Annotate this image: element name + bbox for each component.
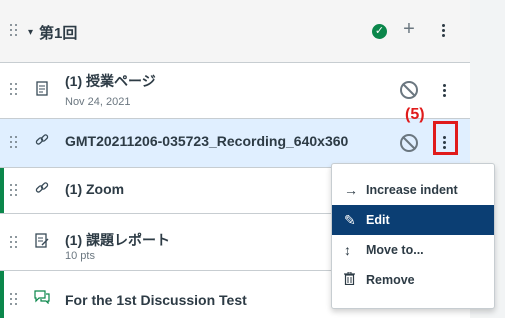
item-title[interactable]: GMT20211206-035723_Recording_640x360: [65, 133, 348, 149]
annotation-label: (5): [405, 106, 425, 123]
menu-item-increase-indent[interactable]: → Increase indent: [332, 175, 494, 205]
collapse-caret-icon[interactable]: ▾: [28, 27, 33, 38]
item-kebab-icon[interactable]: [442, 83, 448, 99]
published-check-icon[interactable]: ✓: [372, 24, 387, 39]
module-header[interactable]: ▾ 第1回 ✓ +: [0, 0, 470, 63]
module-kebab-icon[interactable]: [441, 23, 447, 39]
module-title-group[interactable]: ▾ 第1回: [28, 22, 77, 43]
module-item-row[interactable]: (1) 授業ページ Nov 24, 2021: [0, 63, 470, 119]
item-options-menu: → Increase indent ✎ Edit ↕ Move to... Re…: [331, 163, 495, 309]
menu-item-label: Remove: [366, 273, 415, 287]
arrow-right-icon: →: [344, 182, 358, 198]
plus-icon[interactable]: +: [401, 18, 417, 41]
assignment-icon: [34, 233, 50, 251]
menu-item-remove[interactable]: Remove: [332, 265, 494, 295]
drag-handle-icon[interactable]: [10, 136, 20, 150]
item-title[interactable]: (1) Zoom: [65, 181, 124, 197]
item-title[interactable]: (1) 課題レポート: [65, 230, 170, 250]
menu-item-edit[interactable]: ✎ Edit: [332, 205, 494, 235]
unpublished-icon[interactable]: [400, 81, 418, 99]
unpublished-icon[interactable]: [400, 134, 418, 152]
link-icon: [34, 181, 50, 199]
trash-icon: [344, 271, 366, 288]
menu-item-label: Increase indent: [366, 183, 458, 197]
module-item-row[interactable]: GMT20211206-035723_Recording_640x360: [0, 119, 470, 168]
annotation-highlight-box: [433, 121, 458, 155]
item-title[interactable]: (1) 授業ページ: [65, 71, 156, 91]
drag-handle-icon[interactable]: [10, 184, 20, 198]
discussion-icon: [34, 290, 50, 308]
drag-handle-icon[interactable]: [10, 293, 20, 307]
updown-arrow-icon: ↕: [344, 242, 351, 258]
link-icon: [34, 133, 50, 151]
drag-handle-icon[interactable]: [10, 24, 20, 38]
drag-handle-icon[interactable]: [10, 236, 20, 250]
item-points: 10 pts: [65, 250, 95, 262]
page-icon: [34, 81, 50, 99]
item-date: Nov 24, 2021: [65, 96, 131, 108]
module-title: 第1回: [39, 25, 78, 42]
pencil-icon: ✎: [344, 211, 356, 228]
menu-item-label: Move to...: [366, 243, 424, 257]
item-title[interactable]: For the 1st Discussion Test: [65, 292, 247, 308]
menu-item-move-to[interactable]: ↕ Move to...: [332, 235, 494, 265]
drag-handle-icon[interactable]: [10, 83, 20, 97]
menu-item-label: Edit: [366, 213, 390, 227]
